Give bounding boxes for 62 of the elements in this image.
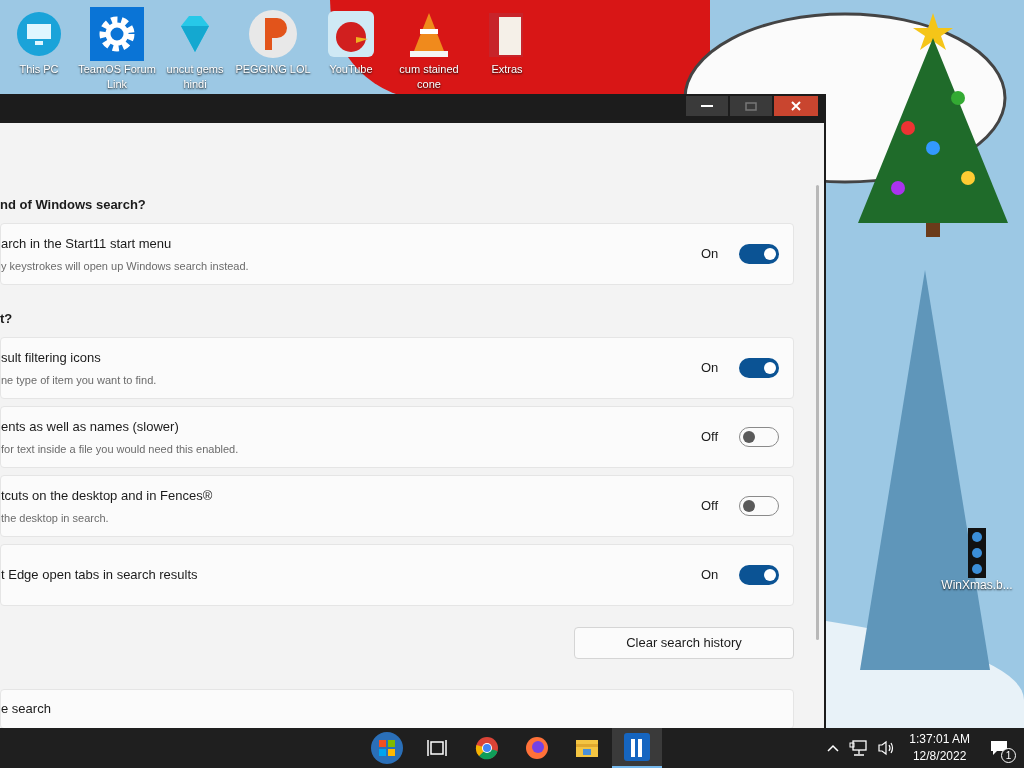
toggle-switch[interactable] <box>739 565 779 585</box>
taskbar-button[interactable] <box>612 728 662 768</box>
desktop-icon-label: TeamOS Forum Link <box>78 62 156 92</box>
desktop-icon[interactable]: TeamOS Forum Link <box>78 6 156 92</box>
close-button[interactable] <box>774 96 818 116</box>
monitor-icon <box>15 10 63 58</box>
desktop-icon[interactable]: uncut gems hindi <box>156 6 234 92</box>
desktop-icon[interactable]: PEGGING LOL <box>234 6 312 92</box>
clock[interactable]: 1:37:01 AM 12/8/2022 <box>905 731 974 765</box>
desktop-icon[interactable]: WinXmas.b... <box>938 528 1016 593</box>
setting-title: e search <box>1 701 51 716</box>
toggle-switch[interactable] <box>739 358 779 378</box>
desktop-icon-label: This PC <box>18 62 60 77</box>
desktop-icon-label: Extras <box>490 62 524 77</box>
task-view-icon <box>427 739 447 757</box>
toggle-state-label: On <box>701 566 720 585</box>
chevron-up-icon[interactable] <box>827 744 840 752</box>
speaker-icon[interactable] <box>877 740 896 756</box>
desktop-icon-label: cum stained cone <box>398 62 460 92</box>
toggle-state-label: Off <box>701 428 720 447</box>
minimize-button[interactable] <box>686 96 728 116</box>
clear-history-button[interactable]: Clear search history <box>574 627 794 659</box>
windows-orb-icon <box>370 731 404 765</box>
toggle-switch[interactable] <box>739 427 779 447</box>
section-heading: t? <box>0 310 14 328</box>
ornament-stack-icon <box>968 528 986 578</box>
setting-title: t Edge open tabs in search results <box>1 566 198 585</box>
setting-title: arch in the Start11 start menu <box>1 235 173 253</box>
minimize-icon <box>701 105 713 107</box>
setting-title: ents as well as names (slower) <box>1 418 180 436</box>
setting-description: for text inside a file you would need this enabled. <box>1 441 239 457</box>
setting-description: the desktop in search. <box>1 510 110 526</box>
browser-icon <box>475 736 499 760</box>
message-icon <box>990 740 1008 756</box>
maximize-icon <box>745 101 757 111</box>
scrollbar[interactable] <box>816 185 819 640</box>
toggle-switch[interactable] <box>739 496 779 516</box>
notification-button[interactable]: 1 <box>984 733 1014 763</box>
setting-title: sult filtering icons <box>1 349 102 367</box>
setting-description: y keystrokes will open up Windows search instead. <box>1 258 249 274</box>
desktop-icon-label: uncut gems hindi <box>165 62 225 92</box>
close-icon <box>791 101 801 111</box>
setting-title: tcuts on the desktop and in Fences® <box>1 487 213 505</box>
desktop-icon[interactable]: Extras <box>468 6 546 92</box>
toggle-state-label: Off <box>701 497 720 516</box>
fox-browser-icon <box>525 736 549 760</box>
clock-date: 12/8/2022 <box>912 748 967 765</box>
app-icon <box>624 733 650 761</box>
folder-icon <box>575 738 599 758</box>
network-icon[interactable] <box>849 740 868 756</box>
desktop-icon-label: PEGGING LOL <box>234 62 312 77</box>
letter-p-icon <box>247 8 299 60</box>
toggle-state-label: On <box>701 359 720 378</box>
section-heading: nd of Windows search? <box>0 196 147 214</box>
desktop-icon[interactable]: This PC <box>0 6 78 92</box>
setting-description: ne type of item you want to find. <box>1 372 157 388</box>
desktop-icon[interactable]: cum stained cone <box>390 6 468 92</box>
toggle-state-label: On <box>701 245 720 264</box>
clock-time: 1:37:01 AM <box>909 731 970 748</box>
toggle-switch[interactable] <box>739 244 779 264</box>
notification-badge: 1 <box>1001 748 1016 763</box>
gear-icon <box>90 7 144 61</box>
